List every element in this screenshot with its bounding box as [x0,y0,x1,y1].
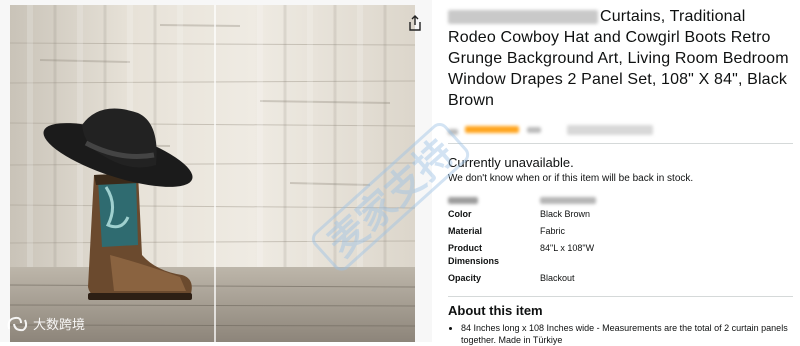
about-bullet: 84 Inches long x 108 Inches wide - Measu… [461,322,793,346]
product-gallery: 大数跨境 [0,0,432,342]
share-button[interactable] [405,12,425,34]
product-title: Curtains, Traditional Rodeo Cowboy Hat a… [448,6,793,111]
divider [448,296,793,297]
rating-stars [465,126,520,134]
spec-value: Black Brown [540,209,591,219]
spec-row: Color Black Brown [448,208,594,225]
brand-row [448,196,793,208]
share-icon [409,15,421,31]
spec-value: Blackout [540,273,575,283]
brand-name-blurred [448,9,598,24]
watermark-brand-text: 大数跨境 [33,317,86,332]
about-heading: About this item [448,303,543,318]
rating-row[interactable] [448,121,793,137]
brand-logo-icon [7,316,28,331]
spec-label: Color [448,209,472,219]
product-image[interactable] [10,5,415,342]
spec-row: Material Fabric [448,225,594,242]
spec-label: Opacity [448,273,482,283]
about-bullets: 84 Inches long x 108 Inches wide - Measu… [448,322,793,346]
spec-value: 84"L x 108"W [540,243,595,253]
spec-row: Opacity Blackout [448,272,594,290]
availability-note: We don't know when or if this item will … [448,173,694,184]
spec-label: Product Dimensions [448,243,500,266]
spec-row: Product Dimensions 84"L x 108"W [448,242,594,272]
specs-table: Color Black Brown Material Fabric Produc… [448,208,594,290]
divider [448,143,793,144]
availability-status: Currently unavailable. [448,155,574,170]
spec-label: Material [448,226,483,236]
spec-value: Fabric [540,226,566,236]
watermark-brand: 大数跨境 [6,314,85,333]
